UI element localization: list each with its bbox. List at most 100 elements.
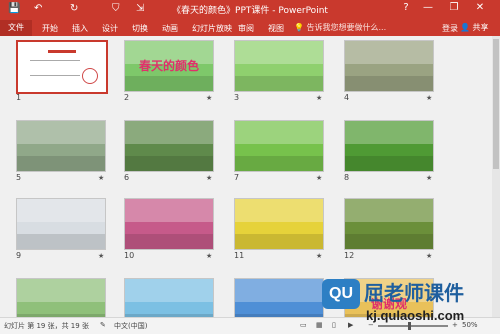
animation-star-icon[interactable]: ★ bbox=[98, 174, 104, 182]
slide-ground bbox=[125, 234, 213, 249]
minimize-button[interactable]: — bbox=[420, 2, 436, 16]
slide-ground bbox=[345, 234, 433, 249]
tab-transitions[interactable]: 切换 bbox=[132, 23, 148, 34]
slide-sky bbox=[345, 121, 433, 144]
slide-count-status[interactable]: 幻灯片 第 19 张，共 19 张 bbox=[4, 321, 89, 331]
slide-thumbnail[interactable] bbox=[234, 278, 324, 317]
slide-number: 12 bbox=[344, 251, 355, 260]
seal-icon bbox=[82, 68, 98, 84]
title-bar: 💾 ↶ ↻ ⛉ ⇲ 《春天的颜色》PPT课件 - PowerPoint ? — … bbox=[0, 0, 500, 20]
close-button[interactable]: ✕ bbox=[472, 2, 488, 16]
window-title: 《春天的颜色》PPT课件 - PowerPoint bbox=[172, 6, 328, 16]
slide-text-lines bbox=[30, 60, 80, 76]
tell-me-placeholder: 告诉我您想要做什么... bbox=[306, 23, 387, 32]
slide-ground bbox=[17, 156, 105, 171]
slide-number: 8 bbox=[344, 173, 350, 182]
slide-sky bbox=[235, 121, 323, 144]
watermark-url: kj.qulaoshi.com bbox=[366, 308, 465, 323]
slide-thumbnail[interactable] bbox=[344, 198, 434, 250]
tab-file[interactable]: 文件 bbox=[0, 20, 32, 36]
tell-me-search[interactable]: 💡 告诉我您想要做什么... bbox=[294, 22, 386, 33]
slide-ground bbox=[235, 76, 323, 91]
undo-icon[interactable]: ↶ bbox=[34, 3, 42, 14]
tab-insert[interactable]: 插入 bbox=[72, 23, 88, 34]
share-button[interactable]: 👤 共享 bbox=[460, 22, 489, 33]
slide-thumbnail[interactable]: 春天的颜色 bbox=[124, 40, 214, 92]
tab-review[interactable]: 审阅 bbox=[238, 23, 254, 34]
normal-view-icon[interactable]: ▭ bbox=[300, 321, 307, 329]
slide-ground bbox=[345, 76, 433, 91]
slide-thumbnail[interactable] bbox=[16, 198, 106, 250]
slide-thumbnail[interactable] bbox=[124, 198, 214, 250]
slide-sky bbox=[345, 199, 433, 222]
slide-sky bbox=[235, 199, 323, 222]
animation-star-icon[interactable]: ★ bbox=[316, 94, 322, 102]
slide-thumbnail[interactable] bbox=[124, 278, 214, 317]
redo-icon[interactable]: ↻ bbox=[70, 3, 78, 14]
slide-sky bbox=[345, 41, 433, 64]
slide-sky bbox=[17, 279, 105, 302]
slide-thumbnail[interactable] bbox=[344, 40, 434, 92]
language-status[interactable]: 中文(中国) bbox=[114, 321, 147, 331]
slide-number: 4 bbox=[344, 93, 350, 102]
tab-view[interactable]: 视图 bbox=[268, 23, 284, 34]
ribbon-tabs: 文件 开始 插入 设计 切换 动画 幻灯片放映 审阅 视图 💡 告诉我您想要做什… bbox=[0, 20, 500, 36]
tab-home[interactable]: 开始 bbox=[42, 23, 58, 34]
slide-number: 7 bbox=[234, 173, 240, 182]
site-watermark: QU 屈老师课件 kj.qulaoshi.com bbox=[318, 275, 500, 333]
slide-thumbnail[interactable] bbox=[234, 198, 324, 250]
slide-number: 1 bbox=[16, 93, 22, 102]
animation-star-icon[interactable]: ★ bbox=[206, 252, 212, 260]
slide-caption: 春天的颜色 bbox=[138, 59, 199, 73]
slide-sky bbox=[125, 279, 213, 302]
tab-animations[interactable]: 动画 bbox=[162, 23, 178, 34]
save-icon[interactable]: 💾 bbox=[8, 3, 20, 14]
login-button[interactable]: 登录 bbox=[442, 23, 458, 34]
slide-thumbnail[interactable] bbox=[344, 120, 434, 172]
animation-star-icon[interactable]: ★ bbox=[316, 174, 322, 182]
slide-thumbnail[interactable] bbox=[124, 120, 214, 172]
share-label: 共享 bbox=[472, 23, 489, 32]
slide-sky bbox=[125, 121, 213, 144]
slide-thumbnail[interactable] bbox=[234, 120, 324, 172]
slide-sky bbox=[17, 121, 105, 144]
slide-thumbnail[interactable] bbox=[234, 40, 324, 92]
restore-button[interactable]: ❐ bbox=[446, 2, 462, 16]
animation-star-icon[interactable]: ★ bbox=[426, 174, 432, 182]
lightbulb-icon: 💡 bbox=[294, 23, 304, 32]
slide-ground bbox=[345, 156, 433, 171]
animation-star-icon[interactable]: ★ bbox=[316, 252, 322, 260]
spellcheck-icon[interactable]: ✎ bbox=[100, 321, 106, 329]
slide-sky bbox=[235, 41, 323, 64]
slide-number: 6 bbox=[124, 173, 130, 182]
slide-number: 11 bbox=[234, 251, 245, 260]
animation-star-icon[interactable]: ★ bbox=[206, 174, 212, 182]
scrollbar-thumb[interactable] bbox=[493, 39, 499, 169]
animation-star-icon[interactable]: ★ bbox=[206, 94, 212, 102]
slide-ground bbox=[125, 156, 213, 171]
present-from-start-icon[interactable]: ⛉ bbox=[112, 3, 120, 14]
slide-thumbnail[interactable] bbox=[16, 40, 108, 94]
slide-sky bbox=[17, 199, 105, 222]
slide-ground bbox=[235, 156, 323, 171]
animation-star-icon[interactable]: ★ bbox=[426, 252, 432, 260]
slide-title-bar bbox=[48, 50, 76, 53]
person-icon: 👤 bbox=[460, 23, 470, 32]
slide-thumbnail[interactable] bbox=[16, 278, 106, 317]
slide-sky bbox=[235, 279, 323, 302]
slide-ground bbox=[17, 234, 105, 249]
tab-design[interactable]: 设计 bbox=[102, 23, 118, 34]
slide-sky bbox=[125, 199, 213, 222]
slide-number: 3 bbox=[234, 93, 240, 102]
watermark-text: 屈老师课件 bbox=[364, 281, 464, 305]
slide-ground bbox=[125, 76, 213, 91]
slide-ground bbox=[235, 234, 323, 249]
tab-slideshow[interactable]: 幻灯片放映 bbox=[192, 23, 232, 34]
animation-star-icon[interactable]: ★ bbox=[98, 252, 104, 260]
customize-toolbar-icon[interactable]: ⇲ bbox=[136, 3, 144, 14]
animation-star-icon[interactable]: ★ bbox=[426, 94, 432, 102]
watermark-logo: QU bbox=[322, 279, 360, 309]
slide-number: 2 bbox=[124, 93, 130, 102]
ribbon-options-icon[interactable]: ? bbox=[398, 2, 414, 16]
slide-thumbnail[interactable] bbox=[16, 120, 106, 172]
